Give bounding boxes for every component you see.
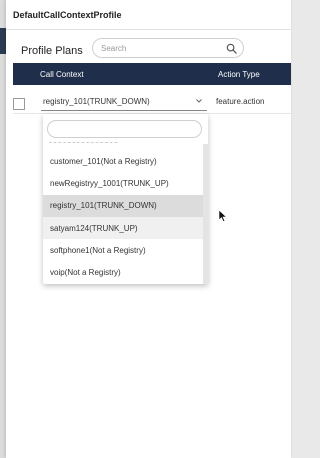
search-icon[interactable]	[226, 43, 237, 54]
column-header-action-type: Action Type	[218, 70, 260, 79]
panel-divider	[6, 29, 291, 30]
chevron-down-icon[interactable]	[195, 97, 203, 105]
dropdown-scrollbar-thumb[interactable]	[203, 144, 208, 284]
dropdown-option[interactable]: satyam124(TRUNK_UP)	[43, 216, 203, 240]
dropdown-search-input[interactable]	[47, 120, 202, 138]
call-context-profile-panel: DefaultCallContextProfile Profile Plans …	[6, 0, 291, 458]
select-underline	[41, 110, 207, 111]
dropdown-options-list: customer_101(Not a Registry) newRegistryy…	[43, 150, 203, 284]
call-context-select[interactable]: registry_101(TRUNK_DOWN)	[41, 92, 207, 110]
row-checkbox[interactable]	[13, 98, 25, 110]
dropdown-option[interactable]: voip(Not a Registry)	[43, 261, 203, 283]
dropdown-option[interactable]: softphone1(Not a Registry)	[43, 239, 203, 261]
dropdown-partial-item: ~~~~~~~~~~~~~~~	[49, 139, 195, 143]
dropdown-option[interactable]: customer_101(Not a Registry)	[43, 150, 203, 172]
call-context-select-value: registry_101(TRUNK_DOWN)	[43, 97, 150, 106]
table-header: Call Context Action Type	[13, 63, 291, 85]
column-header-call-context: Call Context	[40, 70, 84, 79]
search-input[interactable]	[101, 41, 221, 55]
dropdown-option[interactable]: registry_101(TRUNK_DOWN)	[43, 194, 203, 217]
panel-title: DefaultCallContextProfile	[13, 10, 122, 20]
call-context-dropdown: ~~~~~~~~~~~~~~~ customer_101(Not a Regis…	[43, 114, 208, 284]
profile-plans-search[interactable]	[92, 38, 244, 58]
dropdown-scrollbar[interactable]	[203, 144, 208, 284]
dropdown-option[interactable]: newRegistryy_1001(TRUNK_UP)	[43, 172, 203, 194]
mouse-cursor-icon	[218, 209, 228, 223]
action-type-value: feature.action	[216, 97, 265, 106]
section-title: Profile Plans	[21, 45, 83, 57]
